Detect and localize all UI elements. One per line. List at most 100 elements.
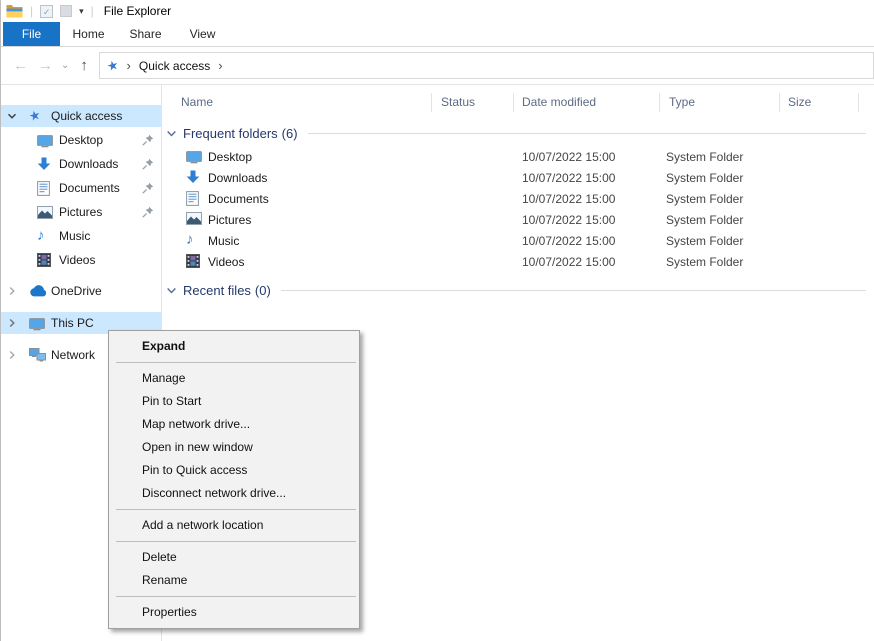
pin-icon: [142, 134, 154, 149]
column-divider[interactable]: [513, 93, 514, 112]
file-type: System Folder: [666, 150, 743, 164]
sidebar-item-downloads[interactable]: Downloads: [1, 153, 161, 175]
music-note-icon: ♪: [37, 229, 56, 243]
file-date-modified: 10/07/2022 15:00: [522, 255, 615, 269]
chevron-right-icon[interactable]: [7, 318, 19, 328]
file-date-modified: 10/07/2022 15:00: [522, 234, 615, 248]
address-breadcrumb[interactable]: ★ › Quick access ›: [99, 52, 874, 79]
sidebar-item-desktop[interactable]: Desktop: [1, 129, 161, 151]
videos-film-icon: [186, 254, 200, 268]
file-name: Documents: [208, 192, 269, 206]
group-header-frequent-folders[interactable]: Frequent folders (6): [166, 122, 866, 144]
menu-item-disconnect-network-drive[interactable]: Disconnect network drive...: [109, 482, 359, 505]
menu-item-manage[interactable]: Manage: [109, 367, 359, 390]
group-count: (6): [282, 126, 298, 141]
file-name: Downloads: [208, 171, 267, 185]
tab-share[interactable]: Share: [117, 22, 174, 46]
sidebar-item-pictures[interactable]: Pictures: [1, 201, 161, 223]
sidebar-item-label: Documents: [59, 181, 120, 195]
file-row-documents[interactable]: Documents 10/07/2022 15:00 System Folder: [162, 189, 874, 210]
menu-item-rename[interactable]: Rename: [109, 569, 359, 592]
pictures-icon: [186, 212, 202, 225]
history-dropdown-icon[interactable]: ⌄: [61, 60, 69, 71]
menu-item-pin-to-start[interactable]: Pin to Start: [109, 390, 359, 413]
menu-item-properties[interactable]: Properties: [109, 601, 359, 624]
qat-new-folder-icon[interactable]: [60, 5, 72, 17]
chevron-right-icon[interactable]: [7, 350, 19, 360]
tab-file[interactable]: File: [3, 22, 60, 46]
quick-access-star-icon: ★: [29, 108, 48, 124]
group-label: Recent files: [183, 283, 251, 298]
menu-item-open-in-new-window[interactable]: Open in new window: [109, 436, 359, 459]
sidebar-item-music[interactable]: ♪ Music: [1, 225, 161, 247]
qat-customize-dropdown-icon[interactable]: ▾: [79, 6, 84, 17]
column-header-size[interactable]: Size: [788, 95, 811, 109]
chevron-down-icon[interactable]: [7, 111, 19, 121]
explorer-folder-icon: [6, 4, 23, 18]
breadcrumb-chevron-icon[interactable]: ›: [127, 58, 131, 73]
menu-item-map-network-drive[interactable]: Map network drive...: [109, 413, 359, 436]
column-divider[interactable]: [431, 93, 432, 112]
titlebar: | ✓ ▾ | File Explorer: [1, 0, 874, 22]
column-header-name[interactable]: Name: [181, 95, 213, 109]
chevron-down-icon[interactable]: [166, 128, 177, 139]
music-note-icon: ♪: [186, 233, 194, 247]
sidebar-item-label: Pictures: [59, 205, 102, 219]
sidebar-item-videos[interactable]: Videos: [1, 249, 161, 271]
menu-item-pin-to-quick-access[interactable]: Pin to Quick access: [109, 459, 359, 482]
chevron-right-icon[interactable]: [7, 286, 19, 296]
sidebar-item-label: Music: [59, 229, 90, 243]
qat-properties-check-icon[interactable]: ✓: [40, 5, 53, 18]
file-type: System Folder: [666, 234, 743, 248]
videos-film-icon: [37, 253, 56, 267]
file-type: System Folder: [666, 192, 743, 206]
sidebar-item-quick-access[interactable]: ★ Quick access: [1, 105, 161, 127]
file-row-videos[interactable]: Videos 10/07/2022 15:00 System Folder: [162, 252, 874, 273]
file-row-pictures[interactable]: Pictures 10/07/2022 15:00 System Folder: [162, 210, 874, 231]
chevron-down-icon[interactable]: [166, 285, 177, 296]
column-divider[interactable]: [779, 93, 780, 112]
sidebar-item-label: Videos: [59, 253, 95, 267]
group-count: (0): [255, 283, 271, 298]
back-icon[interactable]: ←: [13, 57, 28, 74]
tab-home[interactable]: Home: [60, 22, 117, 46]
file-type: System Folder: [666, 213, 743, 227]
group-label: Frequent folders: [183, 126, 278, 141]
menu-separator: [116, 596, 356, 597]
column-header-type[interactable]: Type: [669, 95, 695, 109]
column-divider[interactable]: [659, 93, 660, 112]
menu-item-delete[interactable]: Delete: [109, 546, 359, 569]
pin-icon: [142, 182, 154, 197]
file-name: Desktop: [208, 150, 252, 164]
file-date-modified: 10/07/2022 15:00: [522, 171, 615, 185]
column-header-date-modified[interactable]: Date modified: [522, 95, 596, 109]
desktop-icon: [37, 133, 56, 148]
forward-icon[interactable]: →: [38, 57, 53, 74]
file-name: Videos: [208, 255, 244, 269]
menu-item-add-network-location[interactable]: Add a network location: [109, 514, 359, 537]
column-header-status[interactable]: Status: [441, 95, 475, 109]
quick-access-star-icon: ★: [105, 56, 120, 74]
sidebar-item-onedrive[interactable]: OneDrive: [1, 280, 161, 302]
file-date-modified: 10/07/2022 15:00: [522, 213, 615, 227]
breadcrumb-location[interactable]: Quick access: [139, 59, 210, 73]
file-row-downloads[interactable]: Downloads 10/07/2022 15:00 System Folder: [162, 168, 874, 189]
up-icon[interactable]: ↑: [80, 57, 88, 74]
onedrive-cloud-icon: [29, 285, 48, 297]
desktop-icon: [186, 149, 202, 164]
sidebar-item-label: Downloads: [59, 157, 118, 171]
pictures-icon: [37, 206, 56, 219]
pin-icon: [142, 158, 154, 173]
menu-separator: [116, 541, 356, 542]
sidebar-item-documents[interactable]: Documents: [1, 177, 161, 199]
sidebar-item-label: OneDrive: [51, 284, 102, 298]
downloads-icon: [186, 170, 200, 185]
file-row-music[interactable]: ♪ Music 10/07/2022 15:00 System Folder: [162, 231, 874, 252]
column-divider[interactable]: [858, 93, 859, 112]
breadcrumb-chevron-icon[interactable]: ›: [218, 58, 222, 73]
sidebar-item-label: This PC: [51, 316, 94, 330]
menu-item-expand[interactable]: Expand: [109, 335, 359, 358]
group-header-recent-files[interactable]: Recent files (0): [166, 279, 866, 301]
file-row-desktop[interactable]: Desktop 10/07/2022 15:00 System Folder: [162, 147, 874, 168]
tab-view[interactable]: View: [174, 22, 231, 46]
